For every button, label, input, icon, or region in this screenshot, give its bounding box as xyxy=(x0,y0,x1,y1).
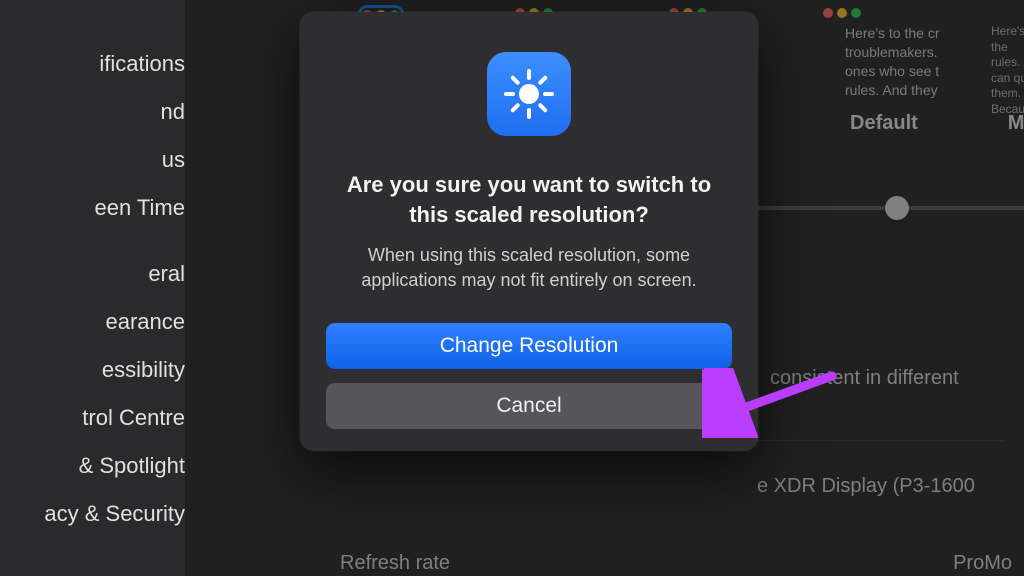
sidebar-item-accessibility[interactable]: essibility xyxy=(0,346,185,394)
confirmation-dialog: Are you sure you want to switch to this … xyxy=(300,12,758,451)
display-brightness-icon xyxy=(487,52,571,136)
sidebar-item-screentime[interactable]: een Time xyxy=(0,184,185,232)
resolution-label-default: Default xyxy=(850,112,918,135)
sidebar-item-sound[interactable]: nd xyxy=(0,88,185,136)
sample-text-preview-small: Here's to the rules. can qu them. Becau xyxy=(991,24,1024,118)
sidebar-item-general[interactable]: eral xyxy=(0,250,185,298)
sidebar-item-spotlight[interactable]: & Spotlight xyxy=(0,442,185,490)
sidebar-item-controlcentre[interactable]: trol Centre xyxy=(0,394,185,442)
dialog-body: When using this scaled resolution, some … xyxy=(326,243,732,293)
sidebar-item-focus[interactable]: us xyxy=(0,136,185,184)
resolution-label-more: More xyxy=(1008,112,1024,135)
sidebar-item-notifications[interactable]: ifications xyxy=(0,40,185,88)
sidebar-item-privacy[interactable]: acy & Security xyxy=(0,490,185,538)
display-name-text: e XDR Display (P3-1600 xyxy=(757,475,975,498)
brightness-slider-knob[interactable] xyxy=(885,196,909,220)
truetone-description: consistent in different xyxy=(770,367,959,390)
sample-text-preview: Here's to the cr troublemakers. ones who… xyxy=(845,24,1000,100)
cancel-button[interactable]: Cancel xyxy=(326,383,732,429)
refresh-rate-label: Refresh rate xyxy=(340,552,450,575)
refresh-rate-value: ProMo xyxy=(953,552,1012,575)
dialog-title: Are you sure you want to switch to this … xyxy=(326,170,732,229)
sidebar-item-appearance[interactable]: earance xyxy=(0,298,185,346)
resolution-labels: Default More xyxy=(850,112,1024,135)
settings-sidebar: ifications nd us een Time eral earance e… xyxy=(0,0,185,576)
change-resolution-button[interactable]: Change Resolution xyxy=(326,323,732,369)
